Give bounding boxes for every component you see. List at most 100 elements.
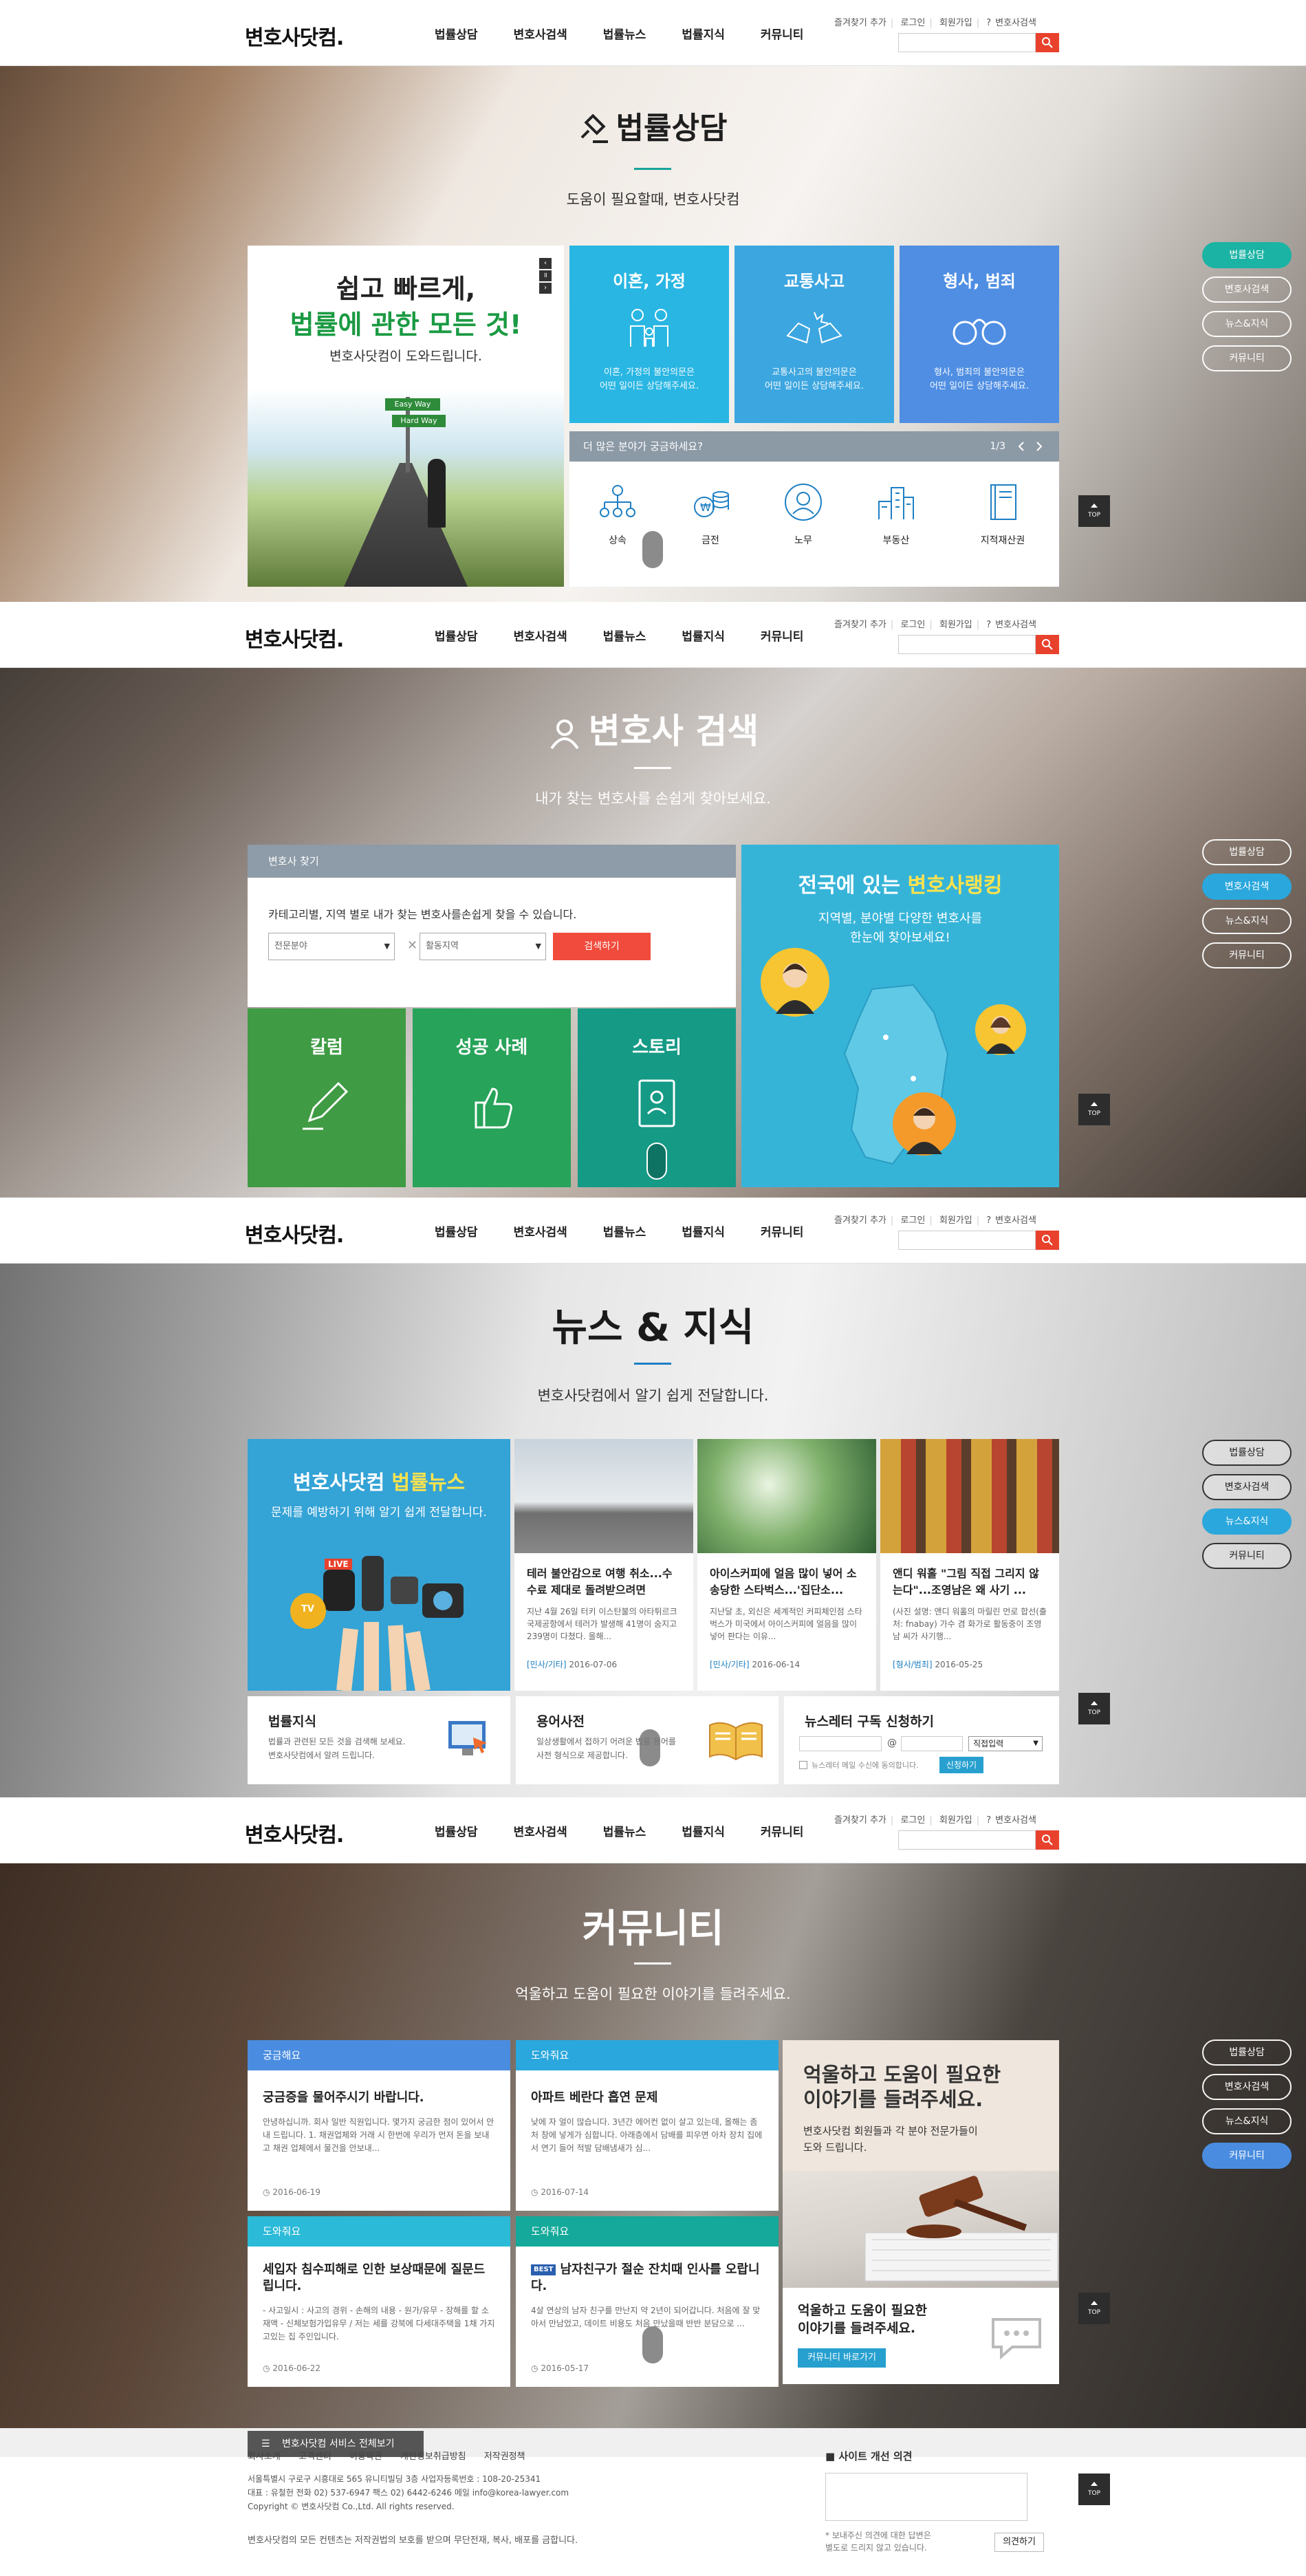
nav-item-knowledge[interactable]: 법률지식 [682, 1222, 725, 1240]
lawyer-search-link[interactable]: 변호사검색 [995, 617, 1036, 630]
search-lawyer-button[interactable]: 검색하기 [553, 933, 651, 960]
community-post[interactable]: 궁금해요 궁금증을 물어주시기 바랍니다. 안녕하십니까. 회사 일반 직원입니… [248, 2040, 510, 2211]
domain-select[interactable]: 직접입력 ▼ [968, 1736, 1043, 1751]
quicknav-search[interactable]: 변호사검색 [1202, 874, 1292, 900]
nav-item-search[interactable]: 변호사검색 [514, 25, 567, 42]
legal-news-banner[interactable]: 변호사닷컴 법률뉴스 문제를 예방하기 위해 알기 쉽게 전달합니다. LIVE… [248, 1439, 510, 1691]
top-button[interactable]: TOP [1078, 1094, 1110, 1125]
subscribe-button[interactable]: 신청하기 [939, 1757, 983, 1773]
category-money[interactable]: ₩ 금전 [676, 481, 745, 547]
quicknav-consult[interactable]: 법률상담 [1202, 2039, 1292, 2066]
quicknav-community[interactable]: 커뮤니티 [1202, 345, 1292, 371]
nav-item-news[interactable]: 법률뉴스 [603, 1222, 646, 1240]
community-post[interactable]: 도와줘요 아파트 베란다 흡연 문제 낮에 자 얼이 많습니다. 3년간 에어컨… [516, 2040, 779, 2211]
logo[interactable]: 변호사닷컴. [245, 21, 344, 51]
chevron-down-icon[interactable]: › [539, 283, 552, 294]
scroll-indicator[interactable] [640, 1729, 660, 1766]
quicknav-news[interactable]: 뉴스&지식 [1202, 1508, 1292, 1535]
search-button[interactable] [1036, 1830, 1059, 1850]
category-labor[interactable]: 노무 [769, 481, 838, 547]
nav-item-community[interactable]: 커뮤니티 [761, 627, 804, 644]
community-go-button[interactable]: 커뮤니티 바로가기 [798, 2348, 886, 2368]
news-card[interactable]: 테러 불안감으로 여행 취소...수수료 제대로 돌려받으려면 지난 4월 26… [514, 1439, 693, 1691]
quicknav-community[interactable]: 커뮤니티 [1202, 2143, 1292, 2169]
dictionary-box[interactable]: 용어사전 일상생활에서 접하기 어려운 법률 용어를 사전 형식으로 제공합니다. [516, 1696, 779, 1784]
logo[interactable]: 변호사닷컴. [245, 1818, 344, 1848]
tile-divorce[interactable]: 이혼, 가정 이혼, 가정의 불안의문은 어떤 일이든 상담해주세요. [569, 246, 729, 423]
bookmark-link[interactable]: 즐겨찾기 추가 [834, 617, 886, 630]
chevron-right-icon[interactable] [1036, 441, 1043, 452]
quicknav-search[interactable]: 변호사검색 [1202, 277, 1292, 303]
footer-link[interactable]: 회사소개 [248, 2451, 281, 2462]
search-button[interactable] [1036, 33, 1059, 52]
logo[interactable]: 변호사닷컴. [245, 1218, 344, 1248]
search-button[interactable] [1036, 635, 1059, 654]
top-button[interactable]: TOP [1078, 2474, 1110, 2505]
nav-item-search[interactable]: 변호사검색 [514, 1222, 567, 1240]
community-promo[interactable]: 억울하고 도움이 필요한 이야기를 들려주세요. 변호사닷컴 회원들과 각 분야 … [783, 2040, 1059, 2384]
quicknav-news[interactable]: 뉴스&지식 [1202, 311, 1292, 337]
login-link[interactable]: 로그인 [900, 617, 925, 630]
login-link[interactable]: 로그인 [900, 1213, 925, 1226]
signup-link[interactable]: 회원가입 [939, 15, 972, 28]
search-input[interactable] [898, 635, 1036, 654]
category-inheritance[interactable]: 상속 [583, 481, 652, 547]
nav-item-knowledge[interactable]: 법률지식 [682, 1822, 725, 1839]
news-card[interactable]: 앤디 워홀 "그림 직접 그리지 않는다"...조영남은 왜 사기 ... (사… [880, 1439, 1059, 1691]
chevron-left-icon[interactable] [1018, 441, 1025, 452]
footer-link[interactable]: 고객센터 [298, 2451, 331, 2462]
quicknav-consult[interactable]: 법률상담 [1202, 242, 1292, 268]
signup-link[interactable]: 회원가입 [939, 1213, 972, 1226]
nav-item-news[interactable]: 법률뉴스 [603, 1822, 646, 1839]
search-input[interactable] [898, 33, 1036, 52]
lawyer-search-link[interactable]: 변호사검색 [995, 15, 1036, 28]
footer-link[interactable]: 이용약관 [349, 2451, 382, 2462]
nav-item-consult[interactable]: 법률상담 [435, 1222, 478, 1240]
logo[interactable]: 변호사닷컴. [245, 623, 344, 653]
login-link[interactable]: 로그인 [900, 1812, 925, 1826]
agree-checkbox[interactable] [799, 1761, 807, 1769]
nav-item-search[interactable]: 변호사검색 [514, 627, 567, 644]
lawyer-ranking[interactable]: 전국에 있는 변호사랭킹 지역별, 분야별 다양한 변호사를 한눈에 찾아보세요! [741, 845, 1059, 1187]
top-button[interactable]: TOP [1078, 495, 1110, 527]
region-select[interactable]: 활동지역 [420, 933, 546, 960]
footer-link[interactable]: 저작권정책 [484, 2451, 525, 2462]
nav-item-knowledge[interactable]: 법률지식 [682, 627, 725, 644]
login-link[interactable]: 로그인 [900, 15, 925, 28]
tile-traffic[interactable]: 교통사고 교통사고의 불안의문은 어떤 일이든 상담해주세요. [734, 246, 894, 423]
signup-link[interactable]: 회원가입 [939, 1812, 972, 1826]
quicknav-search[interactable]: 변호사검색 [1202, 1474, 1292, 1500]
tile-column[interactable]: 칼럼 [248, 1008, 406, 1187]
quicknav-consult[interactable]: 법률상담 [1202, 1440, 1292, 1466]
bookmark-link[interactable]: 즐겨찾기 추가 [834, 1812, 886, 1826]
community-post[interactable]: 도와줘요 세입자 침수피해로 인한 보상때문에 질문드립니다. - 사고일시 :… [248, 2216, 510, 2387]
top-button[interactable]: TOP [1078, 1693, 1110, 1724]
nav-item-consult[interactable]: 법률상담 [435, 1822, 478, 1839]
nav-item-news[interactable]: 법률뉴스 [603, 25, 646, 42]
scroll-indicator[interactable] [646, 1143, 667, 1180]
nav-item-consult[interactable]: 법률상담 [435, 25, 478, 42]
quicknav-search[interactable]: 변호사검색 [1202, 2074, 1292, 2100]
category-ip[interactable]: 지적재산권 [955, 481, 1051, 547]
nav-item-knowledge[interactable]: 법률지식 [682, 25, 725, 42]
nav-item-community[interactable]: 커뮤니티 [761, 1222, 804, 1240]
category-realestate[interactable]: 부동산 [862, 481, 930, 547]
scroll-indicator[interactable] [642, 531, 663, 568]
quicknav-community[interactable]: 커뮤니티 [1202, 1543, 1292, 1569]
lawyer-search-link[interactable]: 변호사검색 [995, 1812, 1036, 1826]
hero-banner[interactable]: 쉽고 빠르게, 법률에 관한 모든 것! 변호사닷컴이 도와드립니다. Easy… [248, 246, 564, 587]
newsletter-domain-input[interactable] [901, 1736, 963, 1751]
search-input[interactable] [898, 1830, 1036, 1850]
search-input[interactable] [898, 1231, 1036, 1250]
search-button[interactable] [1036, 1231, 1059, 1250]
quicknav-news[interactable]: 뉴스&지식 [1202, 908, 1292, 934]
legal-knowledge-box[interactable]: 법률지식 법률과 관련된 모든 것을 검색해 보세요. 변호사닷컴에서 알려 드립… [248, 1696, 510, 1784]
top-button[interactable]: TOP [1078, 2293, 1110, 2324]
nav-item-community[interactable]: 커뮤니티 [761, 25, 804, 42]
pause-icon[interactable]: ॥ [539, 270, 552, 281]
bookmark-link[interactable]: 즐겨찾기 추가 [834, 1213, 886, 1226]
scroll-indicator[interactable] [642, 2326, 663, 2363]
quicknav-community[interactable]: 커뮤니티 [1202, 942, 1292, 968]
signup-link[interactable]: 회원가입 [939, 617, 972, 630]
tile-story[interactable]: 스토리 [578, 1008, 736, 1187]
